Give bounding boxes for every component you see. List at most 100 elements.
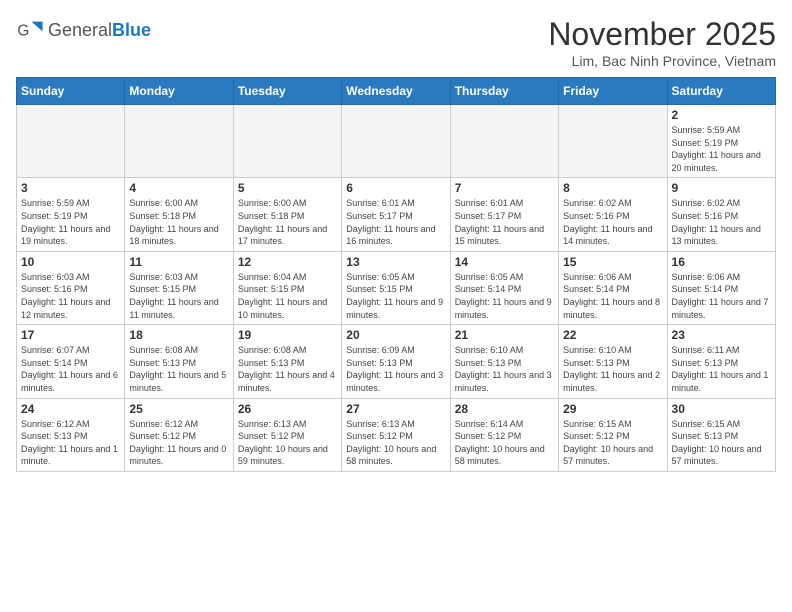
table-row: 25 Sunrise: 6:12 AMSunset: 5:12 PMDayligh… <box>125 398 233 471</box>
day-number: 26 <box>238 402 337 416</box>
table-row: 30 Sunrise: 6:15 AMSunset: 5:13 PMDayligh… <box>667 398 775 471</box>
day-number: 9 <box>672 181 771 195</box>
day-info: Sunrise: 6:08 AMSunset: 5:13 PMDaylight:… <box>238 344 337 394</box>
table-row: 29 Sunrise: 6:15 AMSunset: 5:12 PMDayligh… <box>559 398 667 471</box>
logo-text: GeneralBlue <box>48 20 151 41</box>
day-number: 10 <box>21 255 120 269</box>
day-number: 18 <box>129 328 228 342</box>
day-number: 17 <box>21 328 120 342</box>
logo-icon: G <box>16 16 44 44</box>
header-monday: Monday <box>125 78 233 105</box>
logo-blue: Blue <box>112 20 151 40</box>
day-info: Sunrise: 6:08 AMSunset: 5:13 PMDaylight:… <box>129 344 228 394</box>
table-row: 26Sunrise: 6:13 AMSunset: 5:12 PMDayligh… <box>233 398 341 471</box>
day-number: 22 <box>563 328 662 342</box>
table-row: 14Sunrise: 6:05 AMSunset: 5:14 PMDayligh… <box>450 251 558 324</box>
table-row: 10 Sunrise: 6:03 AMSunset: 5:16 PMDayligh… <box>17 251 125 324</box>
table-row: 22Sunrise: 6:10 AMSunset: 5:13 PMDayligh… <box>559 325 667 398</box>
table-row: 27Sunrise: 6:13 AMSunset: 5:12 PMDayligh… <box>342 398 450 471</box>
day-number: 28 <box>455 402 554 416</box>
calendar-week-row: 3Sunrise: 5:59 AMSunset: 5:19 PMDaylight… <box>17 178 776 251</box>
table-row: 28 Sunrise: 6:14 AMSunset: 5:12 PMDayligh… <box>450 398 558 471</box>
table-row: 5 Sunrise: 6:00 AMSunset: 5:18 PMDaylight… <box>233 178 341 251</box>
calendar-week-row: 24Sunrise: 6:12 AMSunset: 5:13 PMDayligh… <box>17 398 776 471</box>
table-row <box>233 105 341 178</box>
day-number: 20 <box>346 328 445 342</box>
table-row: 11 Sunrise: 6:03 AMSunset: 5:15 PMDayligh… <box>125 251 233 324</box>
day-info: Sunrise: 6:06 AMSunset: 5:14 PMDaylight:… <box>672 271 771 321</box>
table-row <box>559 105 667 178</box>
table-row: 15 Sunrise: 6:06 AMSunset: 5:14 PMDayligh… <box>559 251 667 324</box>
header-friday: Friday <box>559 78 667 105</box>
calendar-week-row: 10 Sunrise: 6:03 AMSunset: 5:16 PMDayligh… <box>17 251 776 324</box>
day-info: Sunrise: 6:05 AMSunset: 5:15 PMDaylight:… <box>346 271 445 321</box>
day-info: Sunrise: 6:01 AMSunset: 5:17 PMDaylight:… <box>346 197 445 247</box>
header-saturday: Saturday <box>667 78 775 105</box>
day-info: Sunrise: 6:12 AMSunset: 5:12 PMDaylight:… <box>129 418 228 468</box>
day-number: 11 <box>129 255 228 269</box>
table-row: 17 Sunrise: 6:07 AMSunset: 5:14 PMDayligh… <box>17 325 125 398</box>
day-number: 27 <box>346 402 445 416</box>
day-info: Sunrise: 6:04 AMSunset: 5:15 PMDaylight:… <box>238 271 337 321</box>
month-title: November 2025 <box>548 16 776 53</box>
logo: G GeneralBlue <box>16 16 151 44</box>
table-row: 4 Sunrise: 6:00 AMSunset: 5:18 PMDaylight… <box>125 178 233 251</box>
day-info: Sunrise: 6:15 AMSunset: 5:13 PMDaylight:… <box>672 418 771 468</box>
day-info: Sunrise: 6:02 AMSunset: 5:16 PMDaylight:… <box>563 197 662 247</box>
day-info: Sunrise: 6:10 AMSunset: 5:13 PMDaylight:… <box>455 344 554 394</box>
table-row: 6 Sunrise: 6:01 AMSunset: 5:17 PMDaylight… <box>342 178 450 251</box>
header: G GeneralBlue November 2025 Lim, Bac Nin… <box>16 16 776 69</box>
day-number: 25 <box>129 402 228 416</box>
day-info: Sunrise: 6:07 AMSunset: 5:14 PMDaylight:… <box>21 344 120 394</box>
day-number: 8 <box>563 181 662 195</box>
day-info: Sunrise: 6:06 AMSunset: 5:14 PMDaylight:… <box>563 271 662 321</box>
day-number: 29 <box>563 402 662 416</box>
table-row: 24Sunrise: 6:12 AMSunset: 5:13 PMDayligh… <box>17 398 125 471</box>
day-number: 19 <box>238 328 337 342</box>
day-info: Sunrise: 6:15 AMSunset: 5:12 PMDaylight:… <box>563 418 662 468</box>
header-sunday: Sunday <box>17 78 125 105</box>
header-tuesday: Tuesday <box>233 78 341 105</box>
table-row: 23Sunrise: 6:11 AMSunset: 5:13 PMDayligh… <box>667 325 775 398</box>
header-thursday: Thursday <box>450 78 558 105</box>
day-info: Sunrise: 6:12 AMSunset: 5:13 PMDaylight:… <box>21 418 120 468</box>
day-number: 4 <box>129 181 228 195</box>
day-number: 5 <box>238 181 337 195</box>
table-row: 21 Sunrise: 6:10 AMSunset: 5:13 PMDayligh… <box>450 325 558 398</box>
day-info: Sunrise: 6:01 AMSunset: 5:17 PMDaylight:… <box>455 197 554 247</box>
table-row: 9 Sunrise: 6:02 AMSunset: 5:16 PMDaylight… <box>667 178 775 251</box>
day-info: Sunrise: 6:03 AMSunset: 5:16 PMDaylight:… <box>21 271 120 321</box>
table-row: 2Sunrise: 5:59 AMSunset: 5:19 PMDaylight… <box>667 105 775 178</box>
day-info: Sunrise: 6:14 AMSunset: 5:12 PMDaylight:… <box>455 418 554 468</box>
day-number: 6 <box>346 181 445 195</box>
title-section: November 2025 Lim, Bac Ninh Province, Vi… <box>548 16 776 69</box>
day-number: 15 <box>563 255 662 269</box>
table-row: 13 Sunrise: 6:05 AMSunset: 5:15 PMDayligh… <box>342 251 450 324</box>
day-number: 14 <box>455 255 554 269</box>
day-number: 3 <box>21 181 120 195</box>
table-row: 16 Sunrise: 6:06 AMSunset: 5:14 PMDayligh… <box>667 251 775 324</box>
table-row: 18 Sunrise: 6:08 AMSunset: 5:13 PMDayligh… <box>125 325 233 398</box>
day-info: Sunrise: 6:03 AMSunset: 5:15 PMDaylight:… <box>129 271 228 321</box>
calendar: Sunday Monday Tuesday Wednesday Thursday… <box>16 77 776 472</box>
day-info: Sunrise: 6:00 AMSunset: 5:18 PMDaylight:… <box>238 197 337 247</box>
day-number: 21 <box>455 328 554 342</box>
table-row <box>342 105 450 178</box>
table-row <box>17 105 125 178</box>
day-info: Sunrise: 5:59 AMSunset: 5:19 PMDaylight:… <box>672 124 771 174</box>
table-row: 8 Sunrise: 6:02 AMSunset: 5:16 PMDaylight… <box>559 178 667 251</box>
logo-general: General <box>48 20 112 40</box>
day-info: Sunrise: 6:09 AMSunset: 5:13 PMDaylight:… <box>346 344 445 394</box>
day-number: 12 <box>238 255 337 269</box>
day-info: Sunrise: 6:02 AMSunset: 5:16 PMDaylight:… <box>672 197 771 247</box>
day-info: Sunrise: 6:00 AMSunset: 5:18 PMDaylight:… <box>129 197 228 247</box>
calendar-week-row: 2Sunrise: 5:59 AMSunset: 5:19 PMDaylight… <box>17 105 776 178</box>
day-number: 16 <box>672 255 771 269</box>
table-row: 20 Sunrise: 6:09 AMSunset: 5:13 PMDayligh… <box>342 325 450 398</box>
header-wednesday: Wednesday <box>342 78 450 105</box>
day-number: 13 <box>346 255 445 269</box>
day-number: 30 <box>672 402 771 416</box>
location-title: Lim, Bac Ninh Province, Vietnam <box>548 53 776 69</box>
calendar-week-row: 17 Sunrise: 6:07 AMSunset: 5:14 PMDayligh… <box>17 325 776 398</box>
table-row: 7Sunrise: 6:01 AMSunset: 5:17 PMDaylight… <box>450 178 558 251</box>
